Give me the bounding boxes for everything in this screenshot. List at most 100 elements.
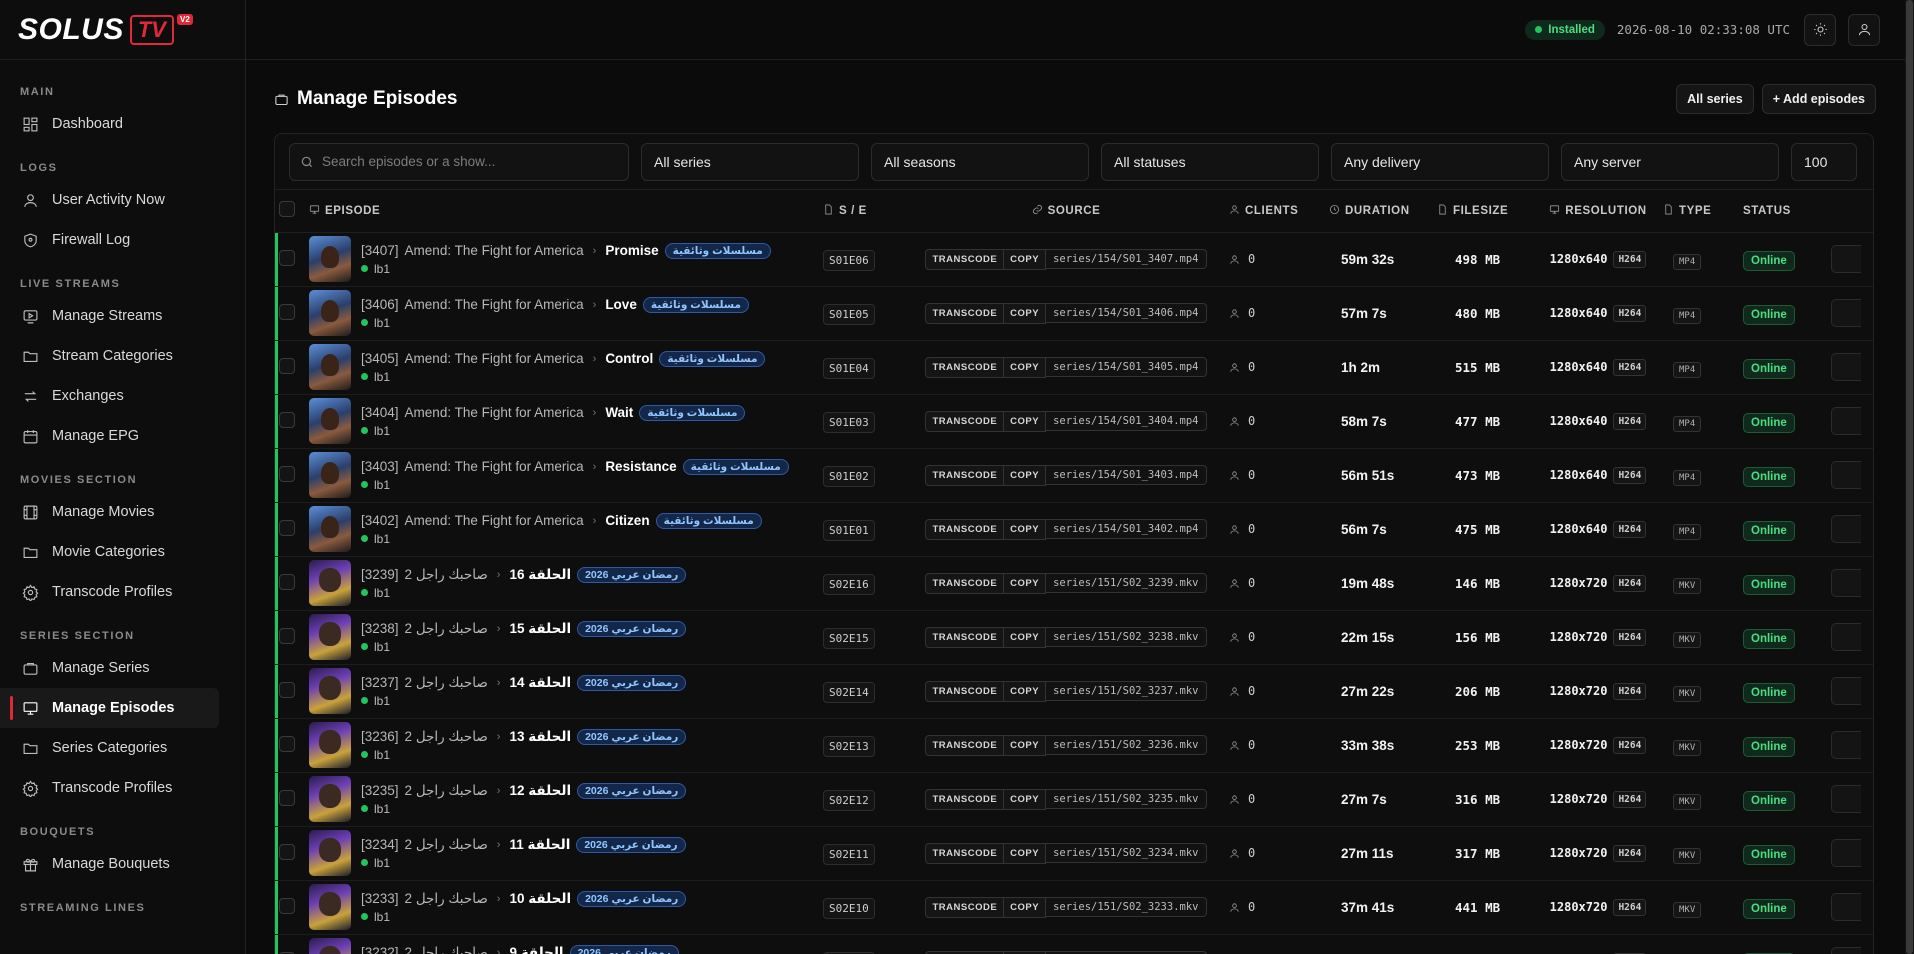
transcode-button[interactable]: TRANSCODE — [925, 950, 1005, 954]
transcode-button[interactable]: TRANSCODE — [925, 788, 1005, 810]
column-header-resolution[interactable]: RESOLUTION — [1533, 190, 1663, 232]
episode-title[interactable]: الحلقة 13 — [509, 729, 571, 745]
copy-button[interactable]: COPY — [1004, 842, 1047, 864]
row-actions-button[interactable] — [1831, 623, 1861, 651]
episode-title[interactable]: الحلقة 14 — [509, 675, 571, 691]
episode-series-link[interactable]: صاحبك راجل 2 — [405, 837, 488, 853]
row-actions-button[interactable] — [1831, 461, 1861, 489]
row-actions-button[interactable] — [1831, 299, 1861, 327]
row-actions-button[interactable] — [1831, 677, 1861, 705]
episode-title[interactable]: Promise — [605, 243, 658, 258]
sidebar-item-exchanges[interactable]: Exchanges — [0, 376, 245, 416]
page-scrollbar-thumb[interactable] — [1906, 0, 1913, 954]
episode-thumbnail[interactable] — [309, 938, 351, 954]
copy-button[interactable]: COPY — [1004, 464, 1047, 486]
episode-thumbnail[interactable] — [309, 344, 351, 390]
add-episodes-button[interactable]: + Add episodes — [1761, 84, 1876, 114]
episode-series-link[interactable]: Amend: The Fight for America — [405, 513, 584, 528]
search-input[interactable] — [322, 154, 612, 169]
table-row[interactable]: [3233] صاحبك راجل 2 › الحلقة 10 رمضان عربي 2… — [275, 880, 1873, 934]
row-checkbox[interactable] — [279, 681, 295, 698]
sidebar-item-firewall-log[interactable]: Firewall Log — [0, 220, 245, 260]
sidebar-item-transcode-profiles[interactable]: Transcode Profiles — [0, 768, 245, 808]
table-row[interactable]: [3237] صاحبك راجل 2 › الحلقة 14 رمضان عربي 2… — [275, 664, 1873, 718]
episode-thumbnail[interactable] — [309, 236, 351, 282]
row-checkbox[interactable] — [279, 411, 295, 428]
episode-thumbnail[interactable] — [309, 290, 351, 336]
row-actions-button[interactable] — [1831, 515, 1861, 543]
episode-series-link[interactable]: صاحبك راجل 2 — [405, 567, 488, 583]
episode-series-link[interactable]: صاحبك راجل 2 — [405, 945, 488, 954]
transcode-button[interactable]: TRANSCODE — [925, 410, 1005, 432]
transcode-button[interactable]: TRANSCODE — [925, 572, 1005, 594]
episode-thumbnail[interactable] — [309, 506, 351, 552]
theme-toggle-button[interactable] — [1804, 13, 1836, 46]
row-actions-button[interactable] — [1831, 245, 1861, 273]
episode-thumbnail[interactable] — [309, 668, 351, 714]
user-menu-button[interactable] — [1848, 13, 1880, 46]
copy-button[interactable]: COPY — [1004, 626, 1047, 648]
row-actions-button[interactable] — [1831, 947, 1861, 954]
row-checkbox[interactable] — [279, 357, 295, 374]
copy-button[interactable]: COPY — [1004, 896, 1047, 918]
copy-button[interactable]: COPY — [1004, 950, 1047, 954]
sidebar-item-series-categories[interactable]: Series Categories — [0, 728, 245, 768]
episode-thumbnail[interactable] — [309, 722, 351, 768]
episode-series-link[interactable]: Amend: The Fight for America — [405, 459, 584, 474]
transcode-button[interactable]: TRANSCODE — [925, 356, 1005, 378]
transcode-button[interactable]: TRANSCODE — [925, 626, 1005, 648]
episode-title[interactable]: الحلقة 16 — [509, 567, 571, 583]
delivery-filter-select[interactable]: Any delivery — [1331, 142, 1549, 181]
episode-title[interactable]: Wait — [605, 405, 633, 420]
transcode-button[interactable]: TRANSCODE — [925, 302, 1005, 324]
copy-button[interactable]: COPY — [1004, 680, 1047, 702]
sidebar-item-manage-movies[interactable]: Manage Movies — [0, 492, 245, 532]
row-checkbox[interactable] — [279, 735, 295, 752]
table-row[interactable]: [3406] Amend: The Fight for America › Love م… — [275, 286, 1873, 340]
select-all-checkbox[interactable] — [279, 201, 295, 218]
column-header-duration[interactable]: DURATION — [1329, 190, 1437, 232]
episode-title[interactable]: الحلقة 9 — [509, 945, 563, 954]
copy-button[interactable]: COPY — [1004, 518, 1047, 540]
episode-thumbnail[interactable] — [309, 452, 351, 498]
episode-series-link[interactable]: صاحبك راجل 2 — [405, 783, 488, 799]
sidebar-item-user-activity-now[interactable]: User Activity Now — [0, 180, 245, 220]
episode-series-link[interactable]: صاحبك راجل 2 — [405, 729, 488, 745]
episode-series-link[interactable]: Amend: The Fight for America — [405, 297, 584, 312]
series-filter-select[interactable]: All series — [641, 142, 859, 181]
table-row[interactable]: [3404] Amend: The Fight for America › Wait م… — [275, 394, 1873, 448]
copy-button[interactable]: COPY — [1004, 572, 1047, 594]
sidebar-item-manage-streams[interactable]: Manage Streams — [0, 296, 245, 336]
row-checkbox[interactable] — [279, 465, 295, 482]
column-header-se[interactable]: S / E — [823, 190, 903, 232]
table-row[interactable]: [3403] Amend: The Fight for America › Resis… — [275, 448, 1873, 502]
copy-button[interactable]: COPY — [1004, 734, 1047, 756]
row-actions-button[interactable] — [1831, 569, 1861, 597]
row-actions-button[interactable] — [1831, 893, 1861, 921]
transcode-button[interactable]: TRANSCODE — [925, 518, 1005, 540]
row-checkbox[interactable] — [279, 789, 295, 806]
episode-title[interactable]: Citizen — [605, 513, 649, 528]
copy-button[interactable]: COPY — [1004, 788, 1047, 810]
row-actions-button[interactable] — [1831, 839, 1861, 867]
episode-series-link[interactable]: Amend: The Fight for America — [405, 243, 584, 258]
column-header-episode[interactable]: EPISODE — [309, 190, 823, 232]
episode-title[interactable]: Love — [605, 297, 637, 312]
sidebar-item-dashboard[interactable]: Dashboard — [0, 104, 245, 144]
episode-thumbnail[interactable] — [309, 884, 351, 930]
episode-series-link[interactable]: صاحبك راجل 2 — [405, 621, 488, 637]
row-checkbox[interactable] — [279, 897, 295, 914]
transcode-button[interactable]: TRANSCODE — [925, 734, 1005, 756]
row-actions-button[interactable] — [1831, 353, 1861, 381]
sidebar-item-manage-bouquets[interactable]: Manage Bouquets — [0, 844, 245, 884]
episode-series-link[interactable]: Amend: The Fight for America — [405, 405, 584, 420]
table-row[interactable]: [3407] Amend: The Fight for America › Promi… — [275, 232, 1873, 286]
episode-series-link[interactable]: صاحبك راجل 2 — [405, 675, 488, 691]
column-header-status[interactable]: STATUS — [1743, 190, 1831, 232]
page-size-input[interactable]: 100 — [1791, 142, 1857, 181]
table-row[interactable]: [3235] صاحبك راجل 2 › الحلقة 12 رمضان عربي 2… — [275, 772, 1873, 826]
episode-series-link[interactable]: Amend: The Fight for America — [405, 351, 584, 366]
all-series-button[interactable]: All series — [1676, 84, 1754, 114]
episode-thumbnail[interactable] — [309, 614, 351, 660]
episode-series-link[interactable]: صاحبك راجل 2 — [405, 891, 488, 907]
